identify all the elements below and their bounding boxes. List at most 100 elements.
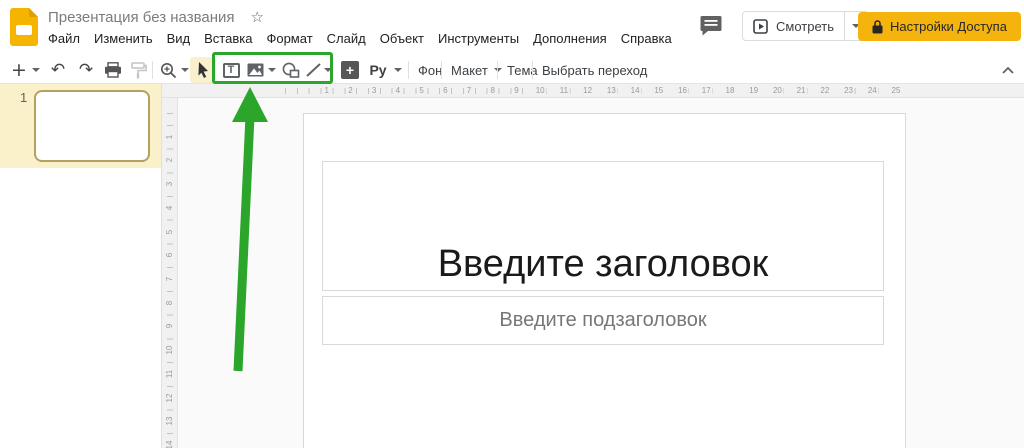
toolbar-divider — [152, 61, 153, 79]
chevron-up-icon — [1002, 67, 1014, 74]
h-ruler-number: 13 — [605, 86, 618, 96]
menu-object[interactable]: Объект — [380, 31, 424, 46]
cursor-arrow-icon — [195, 61, 211, 79]
undo-button[interactable]: ↶ — [46, 57, 70, 83]
logo-fold — [29, 8, 38, 17]
background-button[interactable]: Фон — [412, 57, 448, 83]
zoom-button[interactable] — [156, 57, 180, 83]
toolbar-divider — [532, 61, 533, 79]
printer-icon — [104, 62, 122, 78]
v-ruler-number: 12 — [164, 392, 176, 404]
menu-format[interactable]: Формат — [266, 31, 312, 46]
h-ruler-number: 6 — [441, 86, 449, 96]
h-ruler-number: 3 — [370, 86, 378, 96]
present-button-group: Смотреть — [742, 11, 869, 41]
h-ruler-number: 25 — [890, 86, 903, 96]
h-ruler-number: 23 — [842, 86, 855, 96]
textbox-tool-button[interactable]: T — [219, 57, 243, 83]
new-slide-dropdown[interactable] — [30, 57, 42, 83]
layout-label: Макет — [451, 63, 488, 78]
redo-icon: ↷ — [79, 62, 93, 79]
present-label: Смотреть — [776, 19, 834, 34]
slide-row-selected[interactable]: 1 — [0, 84, 161, 168]
v-ruler-number: 10 — [164, 344, 176, 356]
vertical-ruler: 1234567891011121314 — [162, 98, 178, 448]
v-ruler-number: 1 — [164, 131, 176, 143]
v-ruler-number: 6 — [164, 249, 176, 261]
menu-view[interactable]: Вид — [167, 31, 191, 46]
horizontal-ruler: 1234567891011121314151617181920212223242… — [162, 84, 1024, 98]
v-ruler-number: 4 — [164, 202, 176, 214]
menu-tools[interactable]: Инструменты — [438, 31, 519, 46]
toolbar-divider — [408, 61, 409, 79]
insert-comment-button[interactable]: + — [339, 57, 361, 83]
v-ruler-number: 11 — [164, 368, 176, 380]
shape-tool-button[interactable] — [279, 57, 303, 83]
select-tool-button[interactable] — [190, 57, 216, 83]
v-ruler-number: 2 — [164, 154, 176, 166]
menu-file[interactable]: Файл — [48, 31, 80, 46]
shape-icon — [282, 62, 300, 78]
menu-help[interactable]: Справка — [621, 31, 672, 46]
h-ruler-number: 17 — [700, 86, 713, 96]
input-tools-dropdown[interactable] — [392, 57, 404, 83]
menu-insert[interactable]: Вставка — [204, 31, 252, 46]
logo-slide-shape — [16, 25, 32, 35]
hide-menus-button[interactable] — [998, 57, 1018, 83]
plus-icon: + — [346, 63, 354, 77]
redo-button[interactable]: ↷ — [74, 57, 98, 83]
transition-label: Выбрать переход — [542, 63, 647, 78]
v-ruler-number: 9 — [164, 320, 176, 332]
zoom-magnifier-icon — [160, 62, 177, 79]
image-tool-button[interactable] — [245, 57, 265, 83]
slide-thumbnail[interactable] — [34, 90, 150, 162]
input-tools-label: Ру — [369, 62, 386, 78]
filmstrip-panel: 1 — [0, 84, 162, 448]
line-dropdown[interactable] — [322, 57, 334, 83]
present-play-icon — [753, 19, 768, 34]
paint-roller-icon — [131, 62, 147, 79]
v-ruler-number: 5 — [164, 226, 176, 238]
menu-bar: Файл Изменить Вид Вставка Формат Слайд О… — [48, 31, 672, 46]
star-icon[interactable]: ☆ — [251, 8, 264, 26]
menu-edit[interactable]: Изменить — [94, 31, 153, 46]
new-slide-button[interactable]: + — [8, 57, 30, 83]
toolbar-divider — [497, 61, 498, 79]
document-title[interactable]: Презентация без названия — [48, 9, 235, 26]
image-dropdown[interactable] — [266, 57, 278, 83]
title-placeholder[interactable]: Введите заголовок — [322, 161, 884, 291]
present-button[interactable]: Смотреть — [743, 12, 844, 40]
v-ruler-number: 7 — [164, 273, 176, 285]
print-button[interactable] — [101, 57, 125, 83]
app-header: Презентация без названия ☆ Файл Изменить… — [0, 0, 1024, 55]
menu-addons[interactable]: Дополнения — [533, 31, 607, 46]
h-ruler-number: 2 — [346, 86, 354, 96]
textbox-icon: T — [223, 63, 240, 78]
h-ruler-number: 18 — [724, 86, 737, 96]
line-tool-button[interactable] — [302, 57, 324, 83]
h-ruler-number: 11 — [558, 86, 570, 96]
share-button[interactable]: Настройки Доступа — [858, 12, 1021, 41]
h-ruler-number: 4 — [394, 86, 402, 96]
comments-button[interactable] — [700, 15, 723, 36]
h-ruler-number: 7 — [465, 86, 473, 96]
subtitle-placeholder[interactable]: Введите подзаголовок — [322, 296, 884, 345]
v-ruler-number: 8 — [164, 297, 176, 309]
h-ruler-number: 14 — [629, 86, 642, 96]
menu-slide[interactable]: Слайд — [327, 31, 366, 46]
insert-comment-icon: + — [341, 61, 359, 79]
h-ruler-number: 22 — [818, 86, 831, 96]
transition-button[interactable]: Выбрать переход — [536, 57, 653, 83]
h-ruler-number: 19 — [747, 86, 760, 96]
layout-button[interactable]: Макет — [445, 57, 508, 83]
input-tools-button[interactable]: Ру — [364, 57, 392, 83]
v-ruler-number: 13 — [164, 415, 176, 427]
h-ruler-number: 12 — [581, 86, 594, 96]
chevron-down-icon — [268, 68, 276, 72]
slides-logo-icon[interactable] — [10, 8, 38, 46]
google-slides-app: Презентация без названия ☆ Файл Изменить… — [0, 0, 1024, 448]
v-ruler-number: 3 — [164, 178, 176, 190]
h-ruler-number: 20 — [771, 86, 784, 96]
image-icon — [247, 63, 264, 77]
paint-format-button[interactable] — [127, 57, 151, 83]
